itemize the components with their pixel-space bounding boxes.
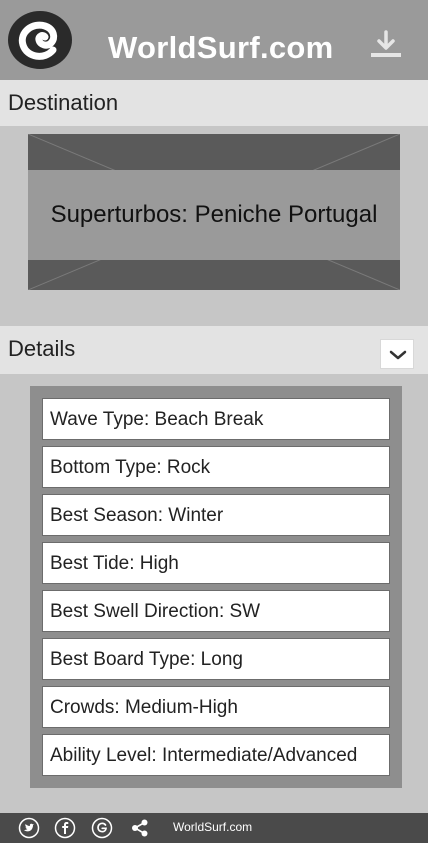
- footer-brand[interactable]: WorldSurf.com: [173, 820, 252, 834]
- download-icon[interactable]: [370, 30, 402, 60]
- brand-title: WorldSurf.com: [108, 30, 334, 65]
- detail-ability-level: Ability Level: Intermediate/Advanced: [42, 734, 390, 776]
- detail-best-tide: Best Tide: High: [42, 542, 390, 584]
- details-label: Details: [8, 336, 76, 361]
- destination-label: Destination: [8, 90, 119, 115]
- detail-best-board-type: Best Board Type: Long: [42, 638, 390, 680]
- details-section-header: Details: [0, 326, 428, 374]
- google-icon[interactable]: [91, 817, 113, 839]
- app-footer: WorldSurf.com: [0, 813, 428, 843]
- destination-title-band: Superturbos: Peniche Portugal: [28, 170, 400, 260]
- destination-section-header: Destination: [0, 80, 428, 126]
- detail-bottom-type: Bottom Type: Rock: [42, 446, 390, 488]
- detail-wave-type: Wave Type: Beach Break: [42, 398, 390, 440]
- twitter-icon[interactable]: [18, 817, 40, 839]
- destination-title: Superturbos: Peniche Portugal: [50, 201, 378, 228]
- detail-best-swell-direction: Best Swell Direction: SW: [42, 590, 390, 632]
- detail-crowds: Crowds: Medium-High: [42, 686, 390, 728]
- details-toggle-button[interactable]: [380, 339, 414, 369]
- wave-logo-icon[interactable]: [7, 10, 73, 70]
- share-icon[interactable]: [129, 817, 151, 839]
- chevron-down-icon: [389, 350, 407, 360]
- details-list: Wave Type: Beach Break Bottom Type: Rock…: [30, 386, 402, 788]
- facebook-icon[interactable]: [54, 817, 76, 839]
- app-header: WorldSurf.com: [0, 0, 428, 80]
- destination-image[interactable]: Superturbos: Peniche Portugal: [28, 134, 400, 290]
- app-screen: WorldSurf.com Destination Superturbos: P…: [0, 0, 428, 843]
- detail-best-season: Best Season: Winter: [42, 494, 390, 536]
